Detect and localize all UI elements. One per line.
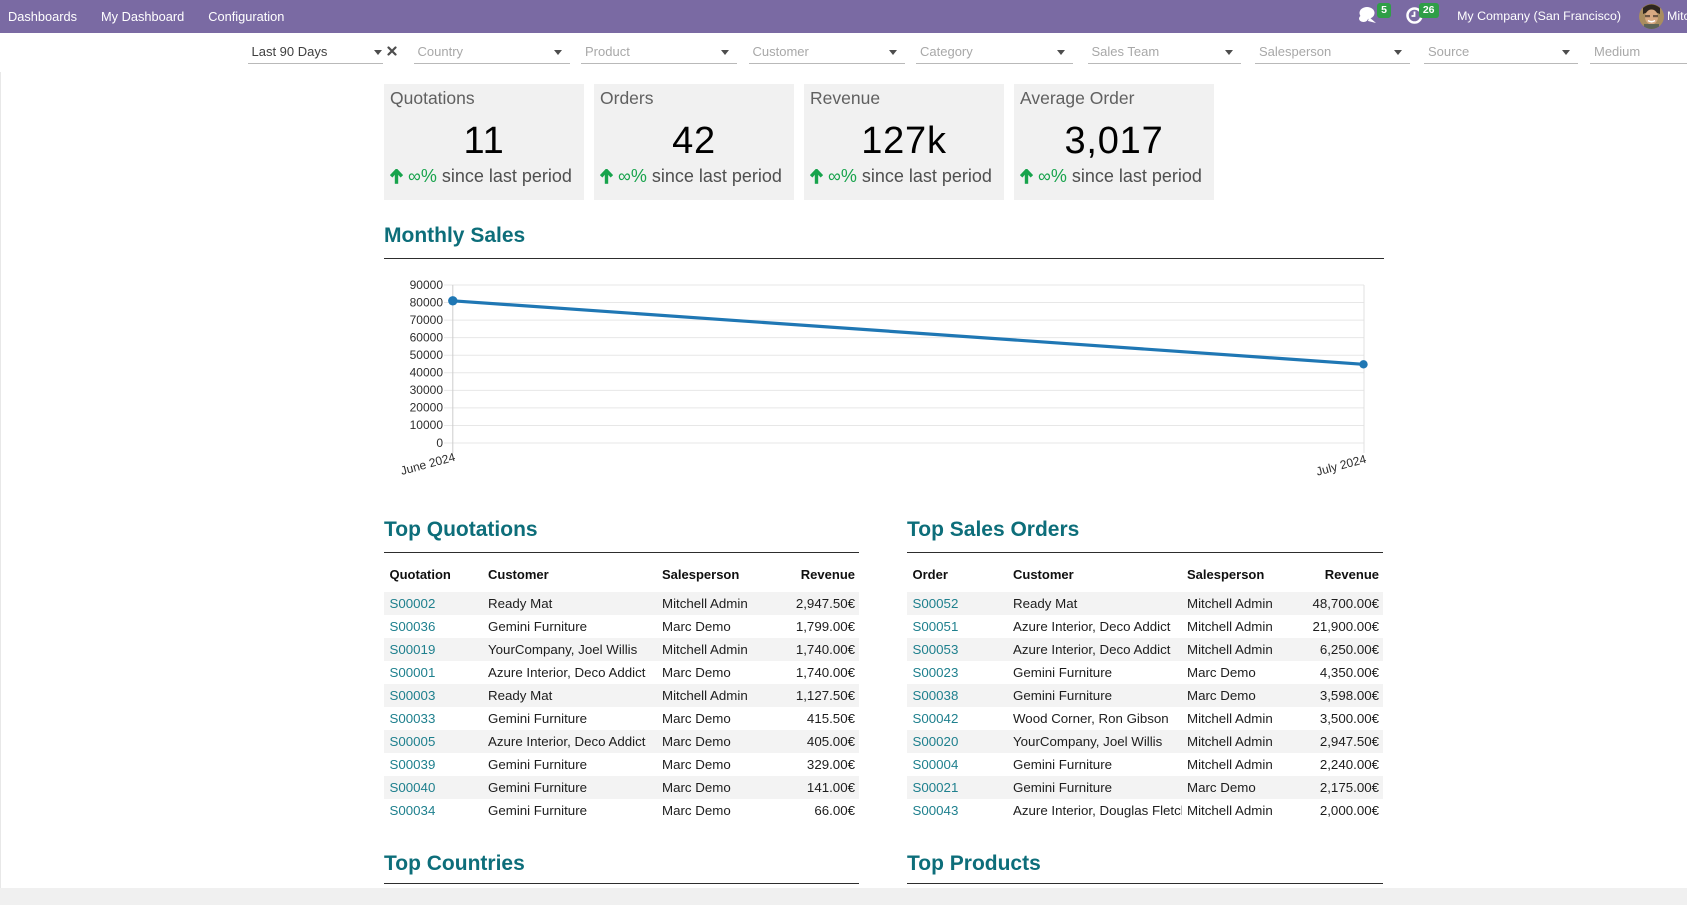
svg-text:60000: 60000 (410, 330, 444, 344)
svg-text:0: 0 (436, 435, 443, 449)
svg-text:40000: 40000 (410, 365, 444, 379)
svg-text:20000: 20000 (410, 400, 444, 414)
svg-text:90000: 90000 (410, 277, 444, 291)
svg-text:50000: 50000 (410, 348, 444, 362)
svg-text:70000: 70000 (410, 312, 444, 326)
svg-text:30000: 30000 (410, 383, 444, 397)
svg-text:June 2024: June 2024 (399, 449, 457, 477)
svg-text:80000: 80000 (410, 295, 444, 309)
svg-text:July 2024: July 2024 (1315, 451, 1369, 478)
svg-text:10000: 10000 (410, 418, 444, 432)
